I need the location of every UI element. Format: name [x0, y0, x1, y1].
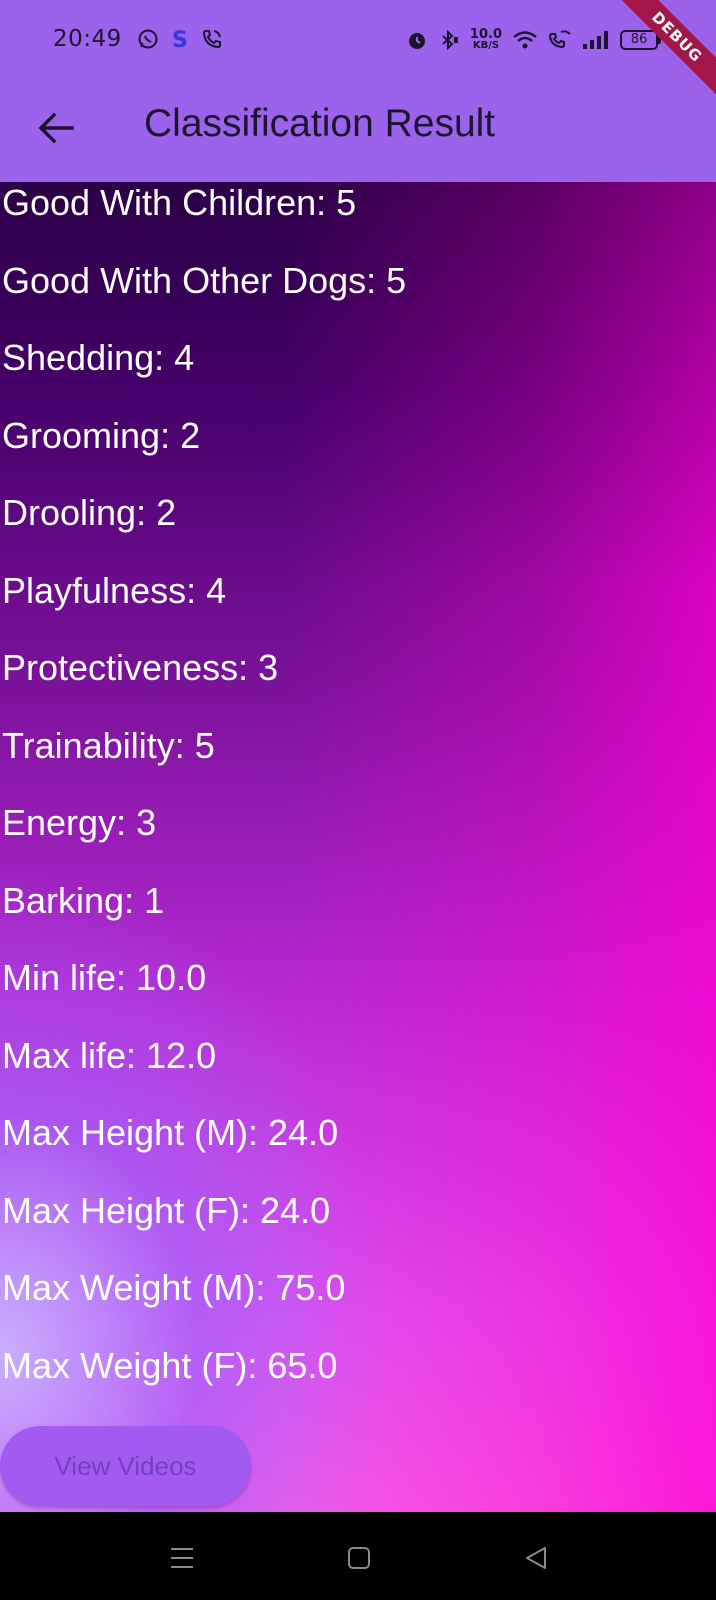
- signal-icon: [582, 29, 610, 51]
- alarm-icon: [406, 29, 428, 51]
- trait-shedding: Shedding: 4: [2, 337, 195, 378]
- svg-text:S: S: [172, 28, 188, 50]
- system-nav-bar: [0, 1512, 716, 1600]
- view-videos-button[interactable]: View Videos: [0, 1426, 251, 1506]
- bluetooth-icon: [438, 29, 460, 51]
- trait-trainability: Trainability: 5: [2, 724, 215, 766]
- back-triangle-icon: [523, 1545, 549, 1575]
- trait-max-height-male: Max Height (M): 24.0: [2, 1112, 339, 1153]
- trait-good-with-other-dogs: Good With Other Dogs: 5: [2, 259, 407, 301]
- trait-barking: Barking: 1: [2, 879, 165, 921]
- trait-max-weight-male: Max Weight (M): 75.0: [2, 1267, 346, 1308]
- network-speed-unit: KB/S: [472, 40, 500, 51]
- home-square-icon: [346, 1545, 372, 1575]
- trait-max-height-female: Max Height (F): 24.0: [2, 1189, 331, 1231]
- home-button[interactable]: [339, 1540, 379, 1580]
- result-content: Good With Children: 5 Good With Other Do…: [0, 182, 716, 1512]
- trait-max-life: Max life: 12.0: [2, 1034, 217, 1076]
- trait-good-with-children: Good With Children: 5: [2, 182, 357, 223]
- phone-call-icon: [201, 28, 223, 50]
- trait-playfulness: Playfulness: 4: [2, 569, 227, 611]
- whatsapp-icon: [137, 28, 159, 50]
- wifi-calling-icon: [548, 29, 572, 51]
- trait-grooming: Grooming: 2: [2, 414, 201, 456]
- trait-energy: Energy: 3: [2, 802, 157, 843]
- trait-max-weight-female: Max Weight (F): 65.0: [2, 1344, 338, 1386]
- recents-button[interactable]: [162, 1540, 202, 1580]
- network-speed: 10.0 KB/S: [470, 28, 502, 51]
- menu-icon: [169, 1545, 195, 1575]
- status-time: 20:49: [53, 26, 122, 52]
- notification-icons: S: [137, 28, 223, 50]
- arrow-back-icon: [38, 112, 74, 148]
- s-app-icon: S: [171, 28, 189, 50]
- app-bar: Classification Result: [0, 82, 716, 182]
- back-button[interactable]: [32, 106, 80, 154]
- trait-list: Good With Children: 5 Good With Other Do…: [0, 182, 716, 1422]
- trait-protectiveness: Protectiveness: 3: [2, 647, 279, 688]
- back-nav-button[interactable]: [516, 1540, 556, 1580]
- page-title: Classification Result: [144, 102, 496, 145]
- trait-drooling: Drooling: 2: [2, 492, 177, 533]
- system-icons: 10.0 KB/S 86: [406, 28, 661, 51]
- header: 20:49 S 10.0 KB/S 86 DEBUG Classificatio…: [0, 0, 716, 182]
- status-bar: 20:49 S 10.0 KB/S 86: [0, 0, 716, 82]
- wifi-icon: [512, 29, 538, 51]
- battery-icon: 86: [620, 29, 661, 50]
- trait-min-life: Min life: 10.0: [2, 957, 207, 998]
